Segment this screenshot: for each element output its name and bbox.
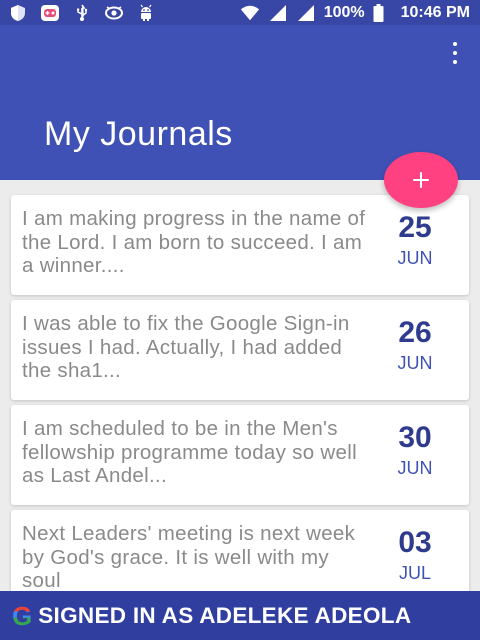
journal-date: 25 JUN xyxy=(373,211,457,269)
eye-icon xyxy=(104,4,124,22)
battery-icon xyxy=(373,3,385,22)
journal-excerpt: I was able to fix the Google Sign-in iss… xyxy=(22,312,350,382)
journal-month: JUN xyxy=(397,458,433,478)
google-g-letter: G xyxy=(12,600,33,631)
add-journal-button[interactable] xyxy=(384,152,458,208)
usb-icon xyxy=(72,4,92,22)
page-title: My Journals xyxy=(44,115,233,153)
journal-month: JUN xyxy=(397,353,433,373)
journal-day: 26 xyxy=(398,316,432,349)
journal-excerpt: Next Leaders' meeting is next week by Go… xyxy=(22,522,356,592)
status-right-icons: 100% 10:46 PM xyxy=(240,3,470,22)
signin-status-text: SIGNED IN AS ADELEKE ADEOLA xyxy=(38,602,412,628)
journal-excerpt: I am making progress in the name of the … xyxy=(22,207,366,277)
game-controller-icon xyxy=(40,4,60,22)
android-icon xyxy=(136,4,156,22)
journal-date: 26 JUN xyxy=(373,316,457,374)
plus-icon xyxy=(413,172,429,188)
journal-month: JUL xyxy=(398,563,431,583)
more-vert-icon[interactable] xyxy=(448,42,462,64)
journal-date: 03 JUL xyxy=(373,526,457,584)
journal-day: 25 xyxy=(398,211,432,244)
signal-icon xyxy=(268,4,288,22)
journal-card[interactable]: I am scheduled to be in the Men's fellow… xyxy=(11,405,469,505)
journal-card[interactable]: I was able to fix the Google Sign-in iss… xyxy=(11,300,469,400)
battery-percentage: 100% xyxy=(323,3,365,21)
journal-day: 03 xyxy=(398,526,432,559)
wifi-icon xyxy=(240,4,260,22)
status-left-icons xyxy=(8,4,156,22)
journal-card[interactable]: I am making progress in the name of the … xyxy=(11,195,469,295)
status-bar: 100% 10:46 PM xyxy=(0,0,480,25)
journal-list: I am making progress in the name of the … xyxy=(11,195,469,615)
signin-banner: G SIGNED IN AS ADELEKE ADEOLA xyxy=(0,591,480,640)
journal-excerpt: I am scheduled to be in the Men's fellow… xyxy=(22,417,357,487)
google-g-icon: G xyxy=(12,603,32,629)
clock: 10:46 PM xyxy=(400,3,470,21)
journal-day: 30 xyxy=(398,421,432,454)
journal-date: 30 JUN xyxy=(373,421,457,479)
signal-icon xyxy=(296,4,316,22)
journal-month: JUN xyxy=(397,248,433,268)
shield-icon xyxy=(8,4,28,22)
